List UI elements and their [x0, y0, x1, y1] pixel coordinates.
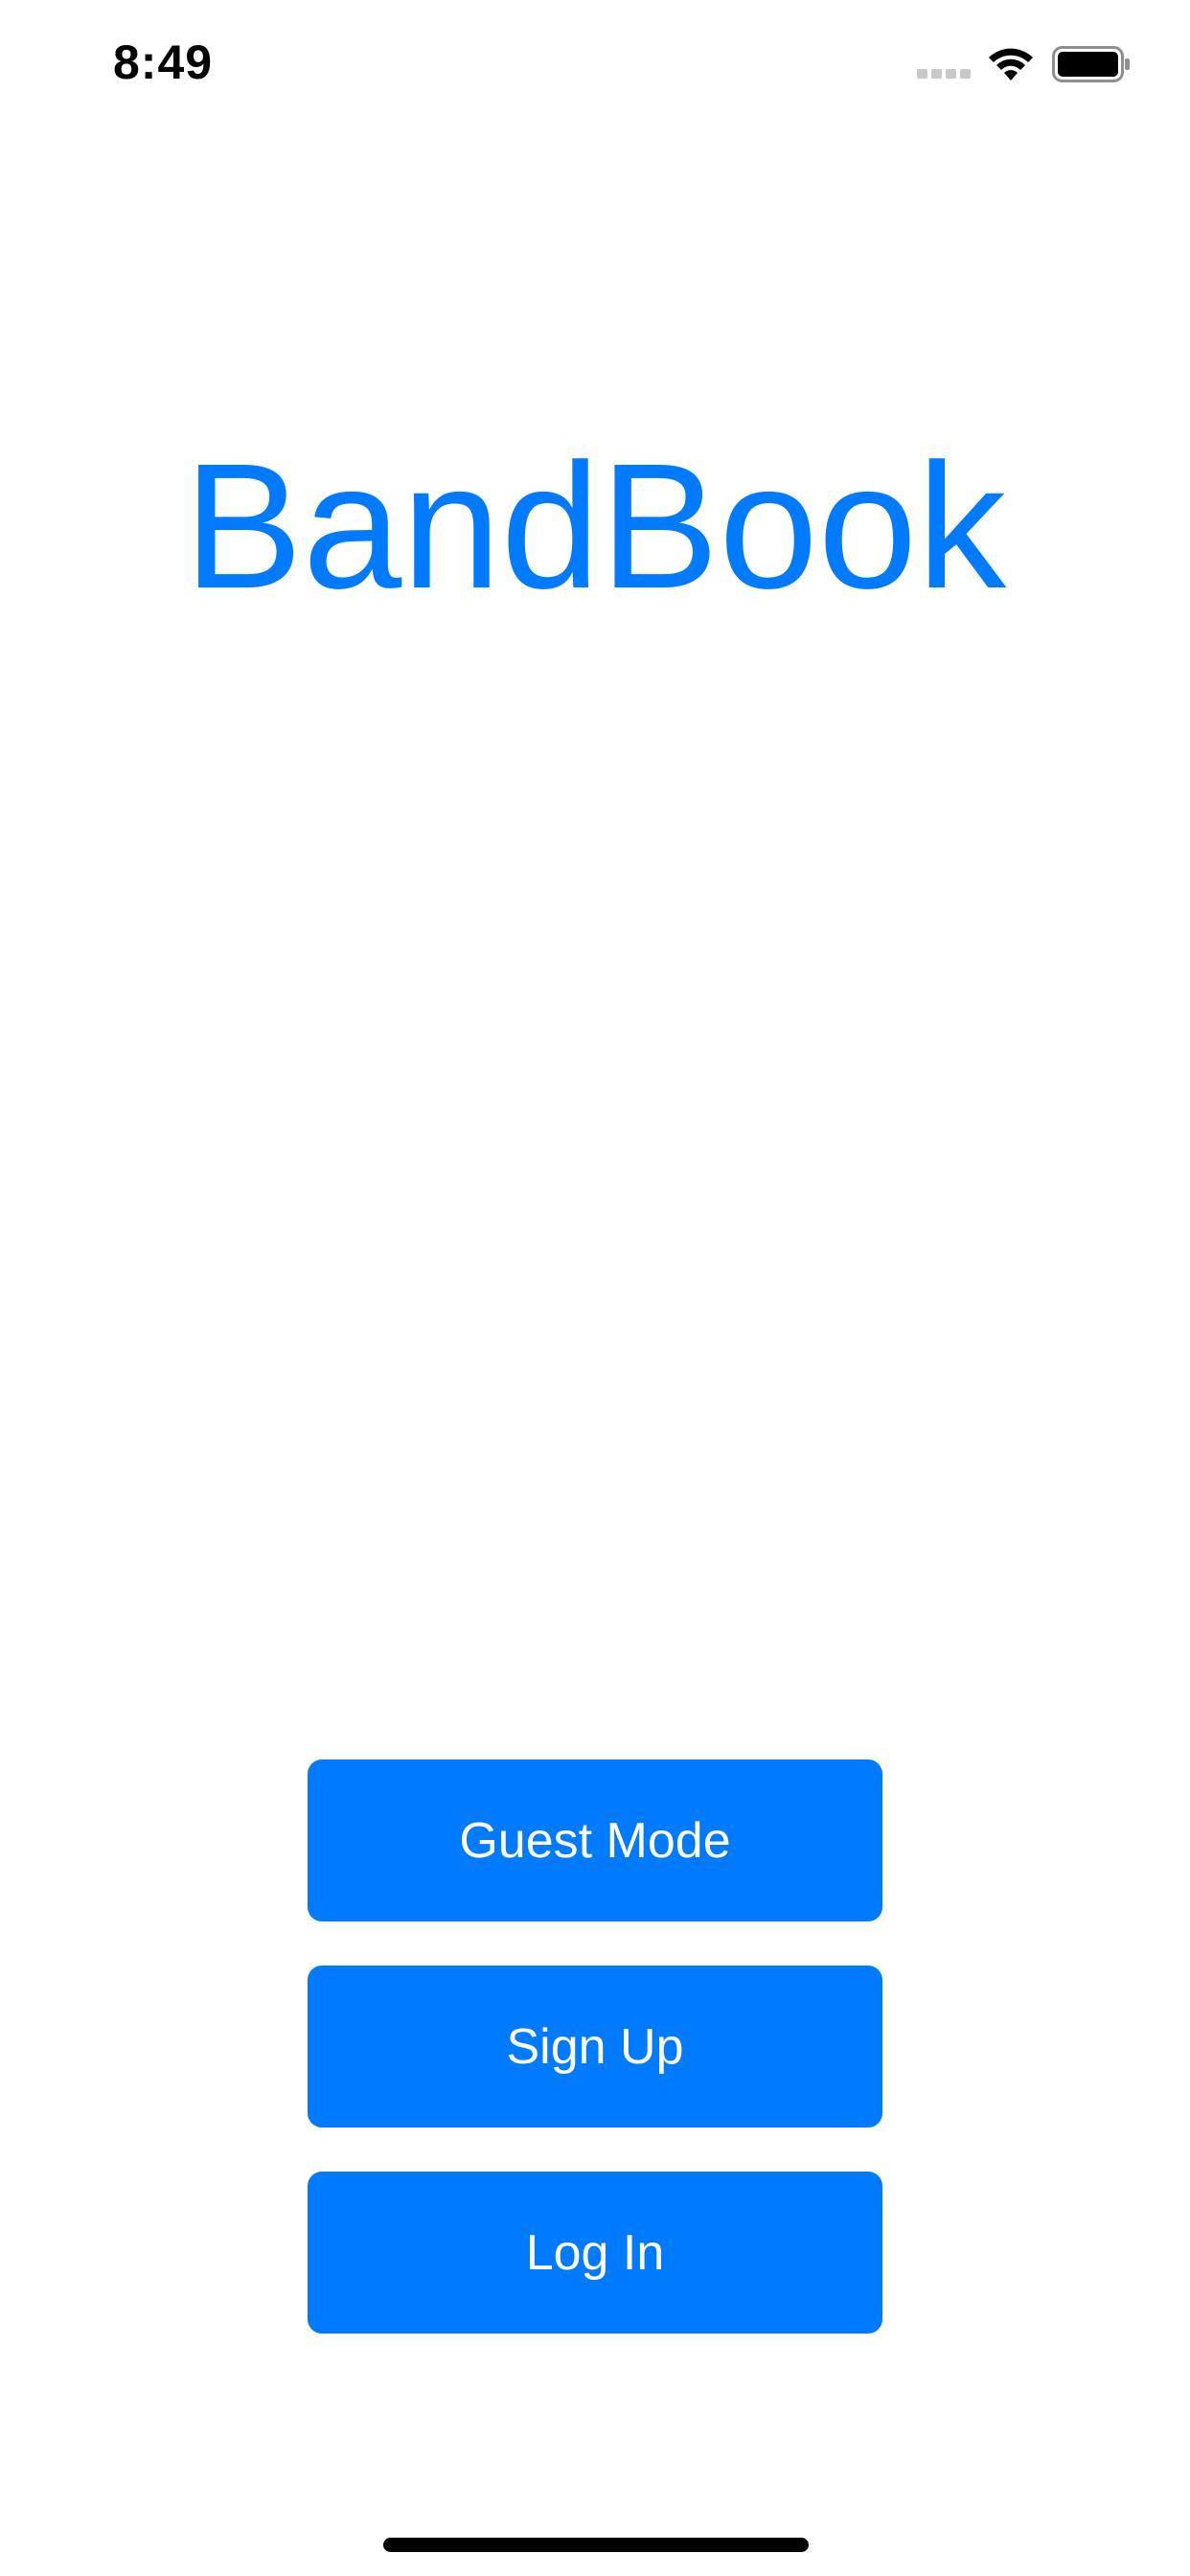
battery-icon	[1052, 46, 1130, 82]
home-indicator[interactable]	[383, 2538, 809, 2552]
guest-mode-button[interactable]: Guest Mode	[308, 1760, 882, 1921]
log-in-button[interactable]: Log In	[308, 2172, 882, 2334]
wifi-icon	[989, 48, 1033, 80]
status-time: 8:49	[113, 35, 214, 89]
sign-up-button[interactable]: Sign Up	[308, 1966, 882, 2128]
signal-icon	[917, 69, 971, 79]
status-bar: 8:49	[0, 0, 1190, 126]
app-title: BandBook	[183, 427, 1007, 626]
